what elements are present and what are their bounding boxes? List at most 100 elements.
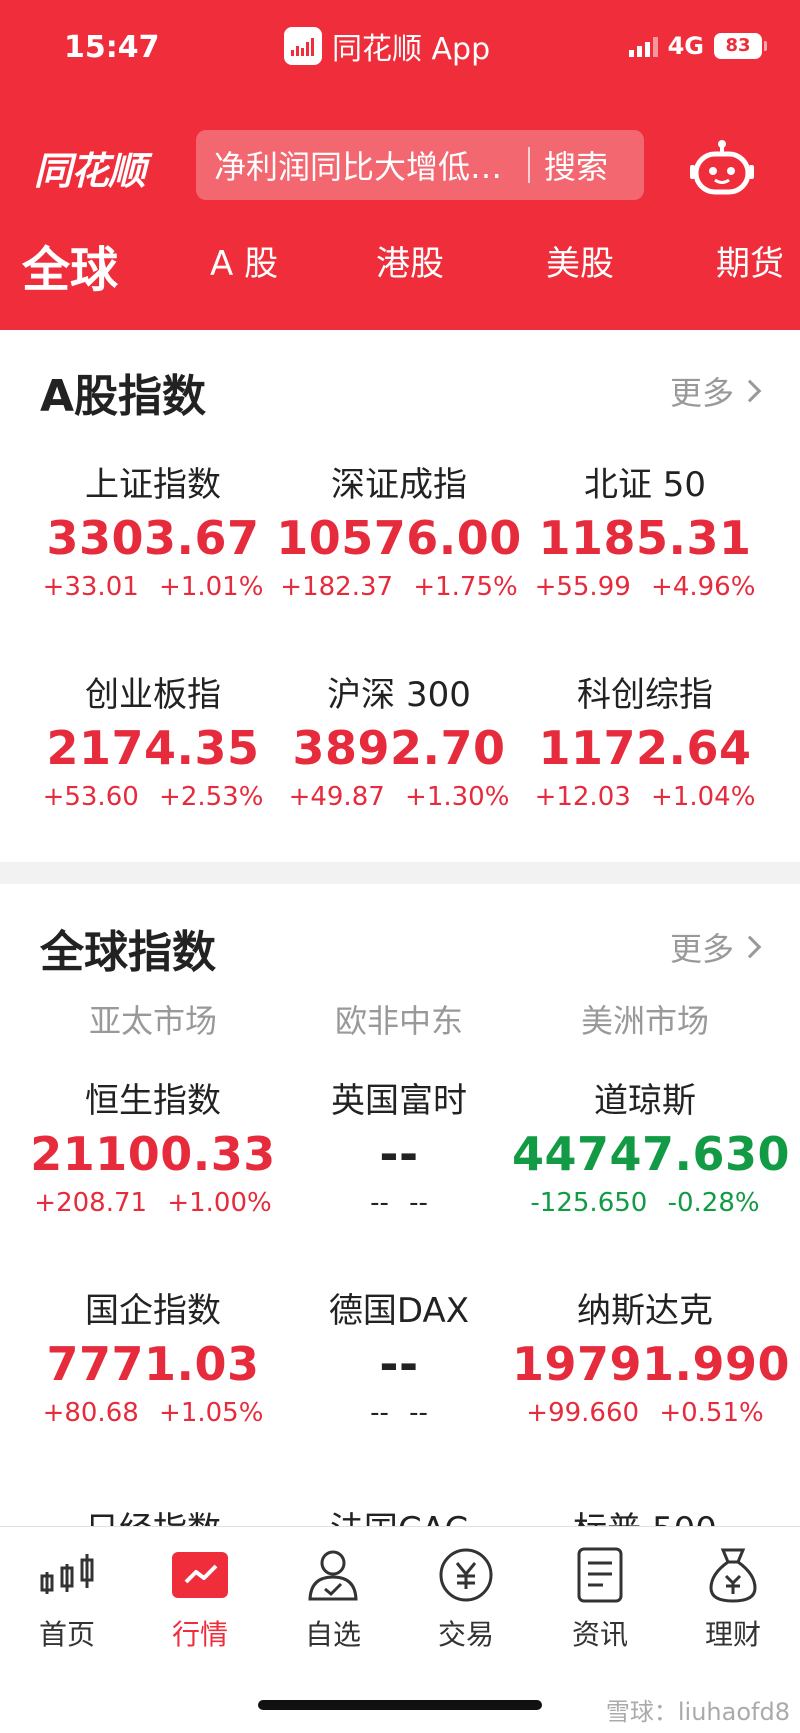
index-card[interactable]: 德国DAX -- -- -- <box>266 1288 532 1432</box>
search-divider <box>528 147 530 183</box>
more-label: 更多 <box>669 930 734 968</box>
index-card[interactable]: 上证指数 3303.67 +33.01 +1.01% <box>20 462 286 606</box>
home-indicator[interactable] <box>258 1700 542 1710</box>
search-input[interactable]: 净利润同比大增低… <box>196 142 526 188</box>
nav-watchlist-label: 自选 <box>304 1618 361 1651</box>
change-percent: +0.51% <box>659 1398 764 1428</box>
change-percent: +1.04% <box>651 782 756 812</box>
index-name: 国企指数 <box>85 1291 221 1331</box>
index-name: 创业板指 <box>85 675 221 715</box>
index-value: 1185.31 <box>538 511 752 565</box>
index-value: 7771.03 <box>46 1337 260 1391</box>
change-percent: -0.28% <box>667 1188 760 1218</box>
market-tabs: 全球 A 股 港股 美股 期货 <box>0 236 800 298</box>
battery-icon: 83 <box>714 33 767 59</box>
yuan-coin-icon <box>406 1545 526 1605</box>
partial-index-name[interactable]: 日经指数 <box>20 1502 286 1526</box>
index-name: 德国DAX <box>328 1291 470 1331</box>
nav-home[interactable]: 首页 <box>7 1545 127 1653</box>
global-title: 全球指数 <box>40 927 216 978</box>
network-type: 4G <box>667 32 704 60</box>
candlestick-icon <box>7 1545 127 1605</box>
index-card[interactable]: 创业板指 2174.35 +53.60 +2.53% <box>20 672 286 816</box>
index-change: +208.71 +1.00% <box>20 1184 286 1222</box>
index-card[interactable]: 纳斯达克 19791.990 +99.660 +0.51% <box>512 1288 790 1432</box>
user-check-icon <box>273 1545 393 1605</box>
index-value: 44747.630 <box>512 1127 791 1181</box>
index-card[interactable]: 国企指数 7771.03 +80.68 +1.05% <box>20 1288 286 1432</box>
tab-global[interactable]: 全球 <box>22 230 118 300</box>
index-name: 北证 50 <box>583 465 707 505</box>
change-amount: -125.650 <box>530 1188 648 1218</box>
tab-hk[interactable]: 港股 <box>376 236 444 285</box>
chevron-right-icon <box>738 379 762 403</box>
change-amount: -- <box>370 1188 389 1218</box>
change-amount: +182.37 <box>280 572 394 602</box>
change-percent: -- <box>409 1188 428 1218</box>
index-card[interactable]: 沪深 300 3892.70 +49.87 +1.30% <box>266 672 532 816</box>
index-card[interactable]: 英国富时 -- -- -- <box>266 1078 532 1222</box>
partial-row: 日经指数 法国CAC 标普 500 <box>0 1500 800 1526</box>
money-bag-icon <box>673 1545 793 1605</box>
index-value: -- <box>379 1127 419 1181</box>
nav-wealth-label: 理财 <box>704 1618 761 1651</box>
nav-wealth[interactable]: 理财 <box>673 1545 793 1653</box>
global-more-link[interactable]: 更多 <box>669 924 762 970</box>
nav-watchlist[interactable]: 自选 <box>273 1545 393 1653</box>
status-time: 15:47 <box>64 30 160 65</box>
robot-icon[interactable] <box>690 138 754 196</box>
index-name: 英国富时 <box>331 1081 467 1121</box>
index-change: +33.01 +1.01% <box>20 568 286 606</box>
more-label: 更多 <box>669 374 734 412</box>
index-name: 深证成指 <box>331 465 467 505</box>
change-amount: +99.660 <box>526 1398 640 1428</box>
watermark: 雪球：liuhaofd8 <box>605 1698 790 1726</box>
market-chart-icon <box>140 1545 260 1605</box>
tab-us[interactable]: 美股 <box>546 236 614 285</box>
index-value: 21100.33 <box>30 1127 276 1181</box>
index-change: +182.37 +1.75% <box>266 568 532 606</box>
partial-index-name[interactable]: 法国CAC <box>266 1502 532 1526</box>
search-bar[interactable]: 净利润同比大增低… 搜索 <box>196 130 644 200</box>
change-percent: -- <box>409 1398 428 1428</box>
a-share-more-link[interactable]: 更多 <box>669 368 762 414</box>
index-change: -- -- <box>266 1394 532 1432</box>
region-asia-pacific[interactable]: 亚太市场 <box>20 996 286 1042</box>
index-value: 3892.70 <box>292 721 506 775</box>
nav-trade-label: 交易 <box>437 1618 494 1651</box>
app-name: 同花顺 App <box>332 32 491 67</box>
nav-market[interactable]: 行情 <box>140 1545 260 1653</box>
search-button[interactable]: 搜索 <box>544 142 608 188</box>
index-card[interactable]: 恒生指数 21100.33 +208.71 +1.00% <box>20 1078 286 1222</box>
index-card[interactable]: 北证 50 1185.31 +55.99 +4.96% <box>512 462 778 606</box>
brand-logo[interactable]: 同花顺 <box>34 140 146 195</box>
region-emea[interactable]: 欧非中东 <box>266 996 532 1042</box>
nav-trade[interactable]: 交易 <box>406 1545 526 1653</box>
tab-a-share[interactable]: A 股 <box>210 236 278 285</box>
change-percent: +4.96% <box>651 572 756 602</box>
index-value: 2174.35 <box>46 721 260 775</box>
index-change: -125.650 -0.28% <box>512 1184 778 1222</box>
change-percent: +1.00% <box>167 1188 272 1218</box>
change-percent: +1.05% <box>159 1398 264 1428</box>
index-name: 上证指数 <box>85 465 221 505</box>
index-value: -- <box>379 1337 419 1391</box>
app-indicator: 同花顺 App <box>284 24 490 68</box>
change-amount: +208.71 <box>34 1188 148 1218</box>
index-value: 3303.67 <box>46 511 260 565</box>
partial-index-name[interactable]: 标普 500 <box>512 1502 778 1526</box>
nav-news-label: 资讯 <box>571 1618 628 1651</box>
index-card[interactable]: 道琼斯 44747.630 -125.650 -0.28% <box>512 1078 791 1222</box>
change-amount: +80.68 <box>42 1398 139 1428</box>
section-divider <box>0 862 800 884</box>
tab-futures[interactable]: 期货 <box>716 236 784 285</box>
index-card[interactable]: 科创综指 1172.64 +12.03 +1.04% <box>512 672 778 816</box>
index-value: 10576.00 <box>276 511 522 565</box>
nav-news[interactable]: 资讯 <box>540 1545 660 1653</box>
signal-icon <box>628 35 658 57</box>
document-icon <box>540 1545 660 1605</box>
change-amount: +55.99 <box>534 572 631 602</box>
index-card[interactable]: 深证成指 10576.00 +182.37 +1.75% <box>266 462 532 606</box>
app-logo-icon <box>284 27 322 65</box>
region-americas[interactable]: 美洲市场 <box>512 996 778 1042</box>
